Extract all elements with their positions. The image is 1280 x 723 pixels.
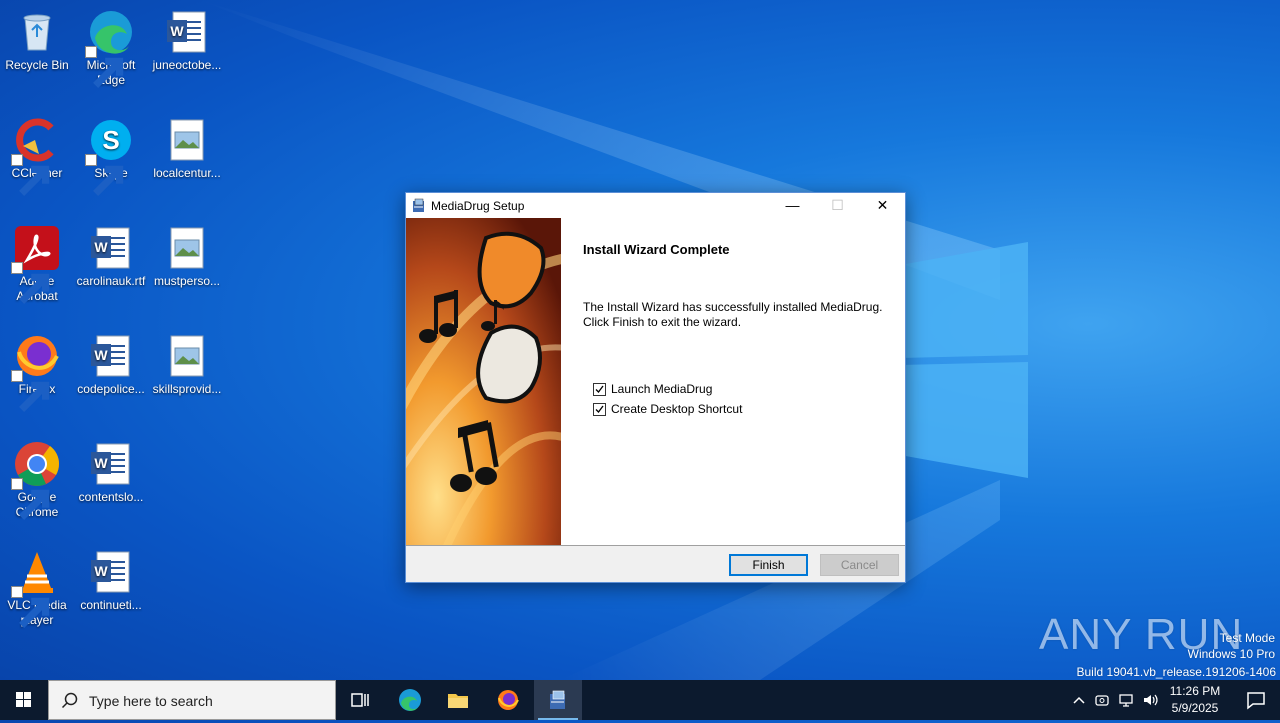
launch-mediadrug-checkbox[interactable]: Launch MediaDrug (593, 381, 712, 397)
desktop-icon-vlc[interactable]: VLC media player (0, 548, 75, 628)
svg-text:W: W (94, 563, 108, 579)
desktop-icon-recycle-bin[interactable]: Recycle Bin (0, 8, 75, 73)
shortcut-arrow-icon (11, 154, 50, 196)
svg-text:W: W (170, 23, 184, 39)
taskbar-edge[interactable] (386, 680, 434, 720)
search-placeholder: Type here to search (89, 693, 213, 709)
firefox-icon (498, 690, 519, 710)
os-edition-text: Windows 10 Pro (1187, 647, 1275, 661)
desktop-icon-microsoft-edge[interactable]: Microsoft Edge (73, 8, 149, 88)
notification-icon (1247, 692, 1265, 710)
desktop-icon-label: contentslo... (78, 490, 144, 504)
description-line: Click Finish to exit the wizard. (583, 315, 742, 329)
dialog-title: MediaDrug Setup (431, 199, 525, 213)
desktop-icon-contentslo[interactable]: W contentslo... (73, 440, 149, 505)
create-shortcut-checkbox[interactable]: Create Desktop Shortcut (593, 401, 742, 417)
desktop-icon-localcentur[interactable]: localcentur... (149, 116, 225, 181)
desktop-icon-adobe-acrobat[interactable]: Adobe Acrobat (0, 224, 75, 304)
close-icon: ✕ (876, 197, 889, 213)
network-icon[interactable] (1118, 692, 1134, 708)
desktop-icon-continueti[interactable]: W continueti... (73, 548, 149, 613)
maximize-button: ☐ (815, 193, 860, 218)
volume-icon[interactable] (1142, 692, 1160, 708)
taskbar-mediadrug-setup[interactable] (534, 680, 582, 720)
cancel-button: Cancel (820, 554, 899, 576)
action-center-button[interactable] (1232, 680, 1280, 720)
close-button[interactable]: ✕ (860, 193, 905, 218)
desktop-icon-codepolice[interactable]: W codepolice... (73, 332, 149, 397)
desktop-icon-firefox[interactable]: Firefox (0, 332, 75, 412)
check-icon (595, 405, 604, 413)
taskbar: Type here to search 11:26 PM 5/9/2025 (0, 680, 1280, 720)
minimize-button[interactable]: — (770, 193, 815, 218)
start-button[interactable] (0, 680, 48, 720)
desktop-icon-label: localcentur... (153, 166, 221, 180)
desktop-icon-label: skillsprovid... (152, 382, 222, 396)
desktop-icon-skype[interactable]: S Skype (73, 116, 149, 196)
shortcut-arrow-icon (85, 154, 124, 196)
checkbox-box[interactable] (593, 402, 606, 416)
checkbox-box[interactable] (593, 382, 606, 396)
installer-icon (550, 690, 565, 709)
desktop-icon-label: juneoctobe... (152, 58, 222, 72)
edge-icon (399, 689, 421, 711)
shortcut-arrow-icon (85, 46, 124, 88)
desktop-icon-ccleaner[interactable]: CCleaner (0, 116, 75, 196)
desktop-icon-google-chrome[interactable]: Google Chrome (0, 440, 75, 520)
svg-text:W: W (94, 455, 108, 471)
setup-dialog[interactable]: MediaDrug Setup — ☐ ✕ Install Wizard Com… (405, 192, 906, 583)
folder-icon (448, 694, 468, 708)
desktop-icon-label: carolinauk.rtf (76, 274, 146, 288)
taskbar-firefox[interactable] (484, 680, 532, 720)
windows-start-icon (16, 692, 31, 707)
finish-button[interactable]: Finish (729, 554, 808, 576)
installer-icon (413, 198, 424, 212)
desktop-icon-mustperso[interactable]: mustperso... (149, 224, 225, 289)
task-view-button[interactable] (336, 680, 384, 720)
build-text: Build 19041.vb_release.191206-1406 (1076, 665, 1277, 679)
clock-date: 5/9/2025 (1171, 701, 1219, 715)
taskbar-clock[interactable]: 11:26 PM 5/9/2025 (1163, 683, 1227, 717)
windows-wallpaper-logo (900, 242, 1028, 478)
wizard-description: The Install Wizard has successfully inst… (583, 300, 882, 330)
desktop-icon-label: Recycle Bin (5, 58, 69, 72)
dialog-footer: Finish Cancel (406, 545, 905, 582)
dialog-titlebar[interactable]: MediaDrug Setup — ☐ ✕ (406, 193, 905, 218)
task-view-icon (351, 693, 369, 707)
system-tray (1066, 680, 1162, 720)
desktop-icon-juneoctobe[interactable]: W juneoctobe... (149, 8, 225, 73)
search-icon (61, 692, 78, 709)
check-icon (595, 385, 604, 393)
minimize-icon: — (785, 197, 800, 213)
test-mode-text: Test Mode (1219, 631, 1275, 645)
taskbar-file-explorer[interactable] (434, 680, 482, 720)
desktop-icon-carolinauk[interactable]: W carolinauk.rtf (73, 224, 149, 289)
shortcut-arrow-icon (11, 370, 50, 412)
shortcut-arrow-icon (11, 586, 50, 628)
svg-text:S: S (102, 125, 119, 155)
shortcut-arrow-icon (11, 262, 50, 304)
svg-text:W: W (94, 239, 108, 255)
taskbar-search-box[interactable]: Type here to search (48, 680, 336, 720)
wizard-heading: Install Wizard Complete (583, 242, 730, 257)
maximize-icon: ☐ (831, 197, 844, 213)
clock-time: 11:26 PM (1169, 684, 1221, 698)
show-hidden-icons-chevron-icon[interactable] (1072, 694, 1086, 706)
desktop-icon-label: codepolice... (77, 382, 145, 396)
desktop-icon-skillsprovid[interactable]: skillsprovid... (149, 332, 225, 397)
desktop-icon-label: continueti... (80, 598, 142, 612)
desktop-icon-label: mustperso... (153, 274, 221, 288)
checkbox-label: Launch MediaDrug (611, 382, 713, 396)
shortcut-arrow-icon (11, 478, 50, 520)
meet-now-icon[interactable] (1094, 692, 1110, 708)
svg-text:W: W (94, 347, 108, 363)
setup-banner-image (406, 218, 561, 546)
description-line: The Install Wizard has successfully inst… (583, 300, 883, 314)
checkbox-label: Create Desktop Shortcut (611, 402, 743, 416)
